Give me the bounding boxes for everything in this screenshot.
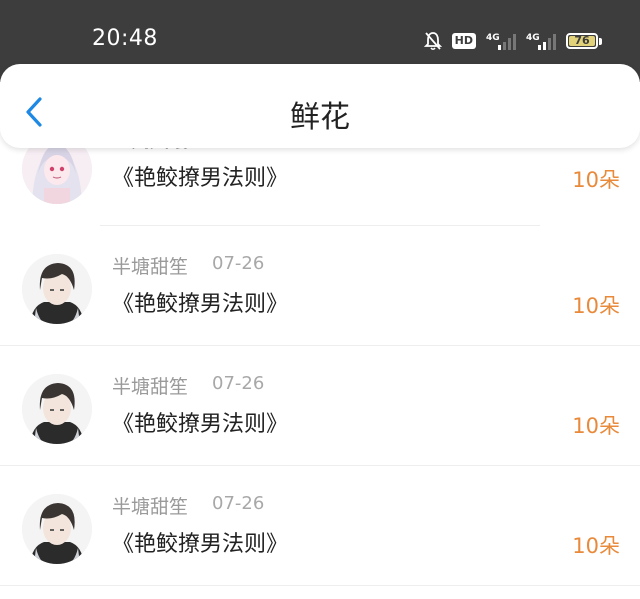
svg-text:4G: 4G	[526, 33, 540, 43]
sender-name: 半塘甜笙	[112, 496, 189, 518]
list-item[interactable]: 半塘甜笙 07-26 《艳鲛撩男法则》 10朵	[0, 226, 640, 346]
battery-level: 76	[574, 34, 590, 47]
send-date: 07-26	[212, 373, 265, 394]
battery-icon: 76	[566, 33, 598, 49]
svg-text:4G: 4G	[486, 33, 500, 43]
send-date: 07-26	[212, 493, 265, 514]
divider	[0, 585, 640, 586]
status-icons: HD 4G 4G 76	[423, 28, 602, 54]
avatar[interactable]	[22, 254, 92, 324]
signal-icon: 4G	[486, 31, 516, 51]
flower-count: 10朵	[572, 294, 620, 318]
flower-count: 10朵	[572, 168, 620, 192]
book-title[interactable]: 《艳鲛撩男法则》	[112, 160, 288, 192]
avatar[interactable]	[22, 374, 92, 444]
list-item[interactable]: 半塘甜笙 07-26 《艳鲛撩男法则》 10朵	[0, 466, 640, 586]
signal-icon: 4G	[526, 31, 556, 51]
book-title[interactable]: 《艳鲛撩男法则》	[112, 526, 288, 558]
hd-badge: HD	[451, 33, 476, 49]
list-item[interactable]: 半塘甜笙 07-26 《艳鲛撩男法则》 10朵	[0, 346, 640, 466]
flower-count: 10朵	[572, 534, 620, 558]
avatar[interactable]	[22, 494, 92, 564]
book-title[interactable]: 《艳鲛撩男法则》	[112, 406, 288, 438]
flower-list: 世间风眠 07-26 《艳鲛撩男法则》 10朵 半塘甜笙 07-26 《艳鲛撩男…	[0, 116, 640, 586]
page-title: 鲜花	[290, 100, 350, 135]
sender-name: 半塘甜笙	[112, 376, 189, 398]
send-date: 07-26	[212, 253, 265, 274]
sender-name: 半塘甜笙	[112, 256, 189, 278]
status-time: 20:48	[92, 26, 158, 51]
mute-bell-icon	[423, 31, 442, 51]
flower-count: 10朵	[572, 414, 620, 438]
nav-bar: 鲜花	[0, 64, 640, 148]
book-title[interactable]: 《艳鲛撩男法则》	[112, 286, 288, 318]
